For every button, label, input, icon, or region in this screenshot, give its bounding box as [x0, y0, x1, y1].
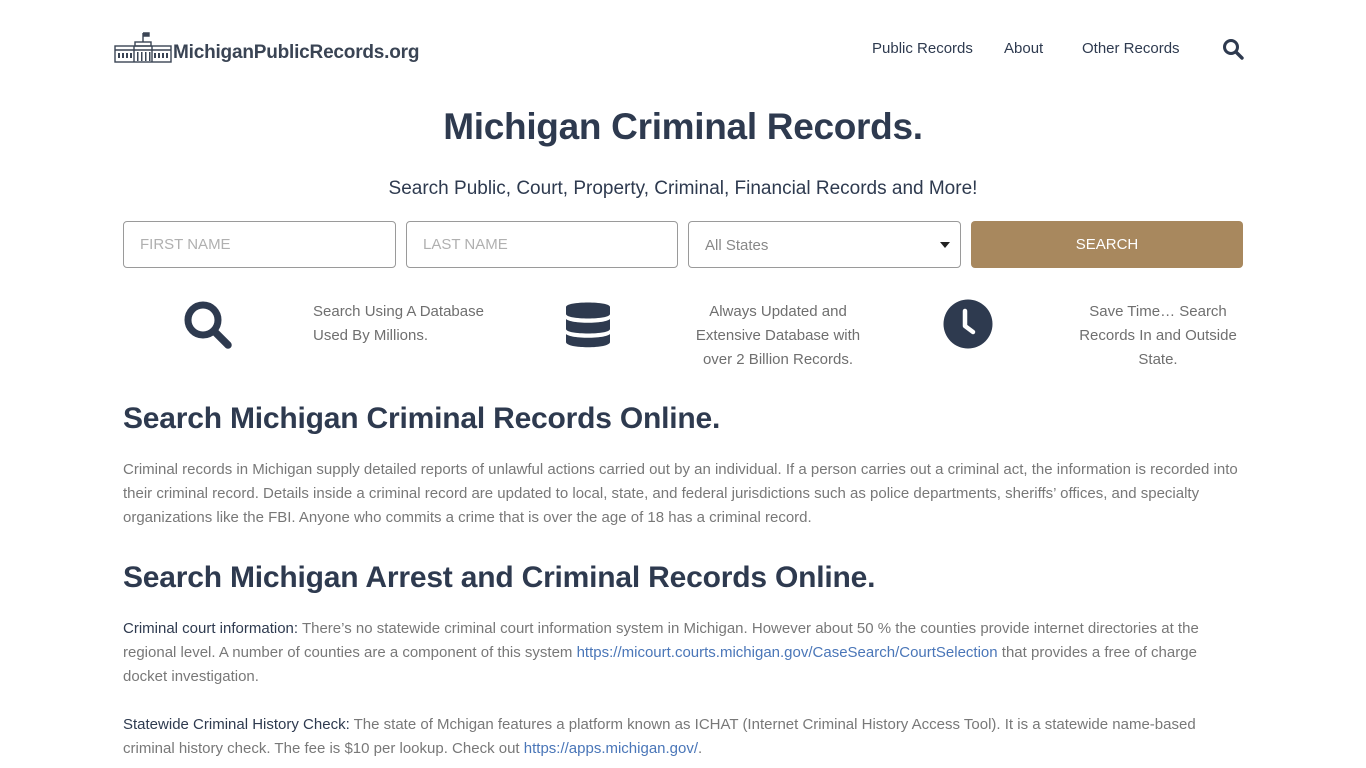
- state-select[interactable]: All States: [688, 221, 961, 268]
- database-icon: [566, 302, 610, 348]
- search-icon: [184, 301, 232, 349]
- feature-text: Search Using A Database Used By Millions…: [313, 300, 484, 348]
- paragraph-label: Criminal court information:: [123, 620, 299, 637]
- search-button[interactable]: SEARCH: [971, 221, 1243, 268]
- clock-icon: [943, 299, 993, 349]
- capitol-building-icon: [114, 32, 172, 63]
- caret-down-icon: [940, 242, 950, 248]
- feature-text-line: State.: [1138, 351, 1178, 368]
- feature-text-line: Always Updated and: [709, 303, 847, 320]
- feature-text-line: Save Time… Search: [1089, 303, 1227, 320]
- feature-text-line: Search Using A Database: [313, 303, 484, 320]
- section-heading: Search Michigan Criminal Records Online.: [123, 402, 721, 435]
- feature-text: Always Updated and Extensive Database wi…: [690, 300, 866, 372]
- feature-text-line: over 2 Billion Records.: [702, 351, 854, 368]
- header-search-button[interactable]: [1222, 38, 1244, 60]
- search-icon: [1223, 39, 1244, 60]
- state-select-value: All States: [705, 237, 769, 254]
- feature-text-line: Used By Millions.: [313, 327, 429, 344]
- paragraph-label: Statewide Criminal History Check:: [123, 716, 350, 733]
- paragraph-text: .: [698, 740, 703, 757]
- nav-public-records[interactable]: Public Records: [872, 40, 973, 57]
- history-check-paragraph: Statewide Criminal History Check: The st…: [123, 713, 1245, 761]
- page-title: Michigan Criminal Records.: [443, 106, 923, 147]
- page-subtitle: Search Public, Court, Property, Criminal…: [388, 178, 978, 199]
- nav-other-records[interactable]: Other Records: [1082, 40, 1180, 57]
- feature-text: Save Time… Search Records In and Outside…: [1070, 300, 1246, 372]
- logo-text: MichiganPublicRecords.org: [173, 42, 420, 63]
- nav-about[interactable]: About: [1004, 40, 1043, 57]
- last-name-input[interactable]: [406, 221, 678, 268]
- feature-text-line: Records In and Outside: [1079, 327, 1237, 344]
- micourt-link[interactable]: https://micourt.courts.michigan.gov/Case…: [577, 644, 998, 661]
- feature-text-line: Extensive Database with: [695, 327, 861, 344]
- court-info-paragraph: Criminal court information: There’s no s…: [123, 617, 1245, 689]
- site-logo[interactable]: MichiganPublicRecords.org: [114, 30, 419, 64]
- site-header: MichiganPublicRecords.org Public Records…: [0, 0, 1366, 100]
- first-name-input[interactable]: [123, 221, 396, 268]
- section-paragraph: Criminal records in Michigan supply deta…: [123, 461, 1238, 526]
- section-heading: Search Michigan Arrest and Criminal Reco…: [123, 561, 876, 594]
- apps-michigan-link[interactable]: https://apps.michigan.gov/: [524, 740, 698, 757]
